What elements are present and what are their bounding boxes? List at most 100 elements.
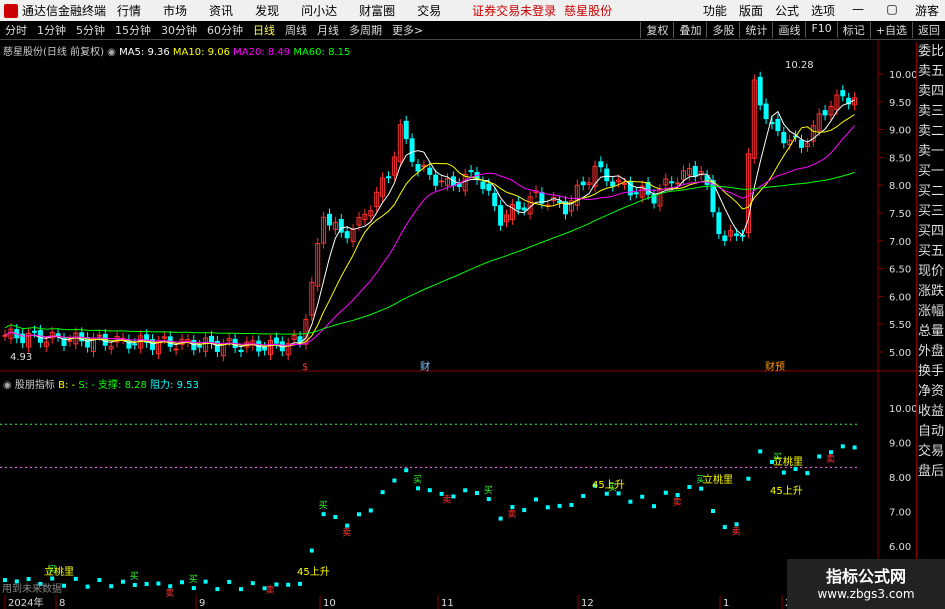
candle-body (67, 339, 73, 342)
date-label: 10 (323, 598, 336, 609)
candle-body (55, 333, 61, 337)
side-item[interactable]: 买一 (917, 162, 945, 182)
up45-label-1: 45上升 (297, 566, 330, 578)
menu-quotes[interactable]: 行情 (117, 2, 141, 19)
period-monthly[interactable]: 月线 (312, 22, 344, 38)
period-15min[interactable]: 15分钟 (110, 22, 156, 38)
buy-signal: 买 (319, 500, 328, 511)
date-axis: 2024年8910111212 (4, 595, 791, 609)
axis-label: 10.00 (889, 70, 916, 81)
side-item[interactable]: 盘后 (917, 462, 945, 482)
period-daily[interactable]: 日线 (248, 22, 280, 38)
period-5min[interactable]: 5分钟 (71, 22, 110, 38)
period-multi[interactable]: 多周期 (344, 22, 387, 38)
annotations: 10.28 4.93 $ 财 财预 立桃里 立桃里 立桃里 45上升 45上升 … (2, 60, 814, 595)
candle-body (692, 165, 698, 177)
period-weekly[interactable]: 周线 (280, 22, 312, 38)
indicator-bar (85, 584, 90, 589)
side-item[interactable]: 换手 (917, 362, 945, 382)
menu-formula[interactable]: 公式 (775, 2, 799, 19)
axis-label: 5.50 (889, 320, 911, 331)
candle-body (580, 181, 586, 186)
overlay-button[interactable]: 叠加 (673, 22, 706, 38)
period-more[interactable]: 更多> (387, 22, 428, 38)
side-item[interactable]: 涨幅 (917, 302, 945, 322)
candle-body (468, 170, 474, 173)
low-label: 4.93 (10, 352, 32, 363)
f10-button[interactable]: F10 (805, 22, 836, 38)
lihong-label-3: 立桃里 (773, 455, 803, 468)
indicator-bar (534, 497, 538, 502)
period-60min[interactable]: 60分钟 (202, 22, 248, 38)
sell-signal: 卖 (673, 497, 682, 508)
fin-marker-3[interactable]: 财预 (765, 360, 785, 373)
side-item[interactable]: 卖三 (917, 102, 945, 122)
indicator-bar (404, 468, 409, 473)
candle-body (775, 118, 781, 132)
adjust-button[interactable]: 复权 (640, 22, 673, 38)
side-item[interactable]: 交易 (917, 442, 945, 462)
menu-discover[interactable]: 发现 (255, 2, 279, 19)
side-item[interactable]: 卖一 (917, 142, 945, 162)
menu-market[interactable]: 市场 (163, 2, 187, 19)
side-item[interactable]: 总量 (917, 322, 945, 342)
indicator-bar (451, 494, 456, 499)
menu-options[interactable]: 选项 (811, 2, 835, 19)
side-item[interactable]: 买三 (917, 202, 945, 222)
menu-news[interactable]: 资讯 (209, 2, 233, 19)
maximize-icon[interactable]: ▢ (881, 2, 903, 19)
price-chart[interactable]: 10.00 9.50 9.00 8.50 8.00 7.50 7.00 6.50 6.00 5.5… (0, 40, 916, 609)
side-item[interactable]: 自动 (917, 422, 945, 442)
menu-ask[interactable]: 问小达 (301, 2, 337, 19)
period-30min[interactable]: 30分钟 (156, 22, 202, 38)
indicator-bar (380, 490, 385, 495)
candle-body (610, 181, 616, 187)
period-timeshare[interactable]: 分时 (0, 22, 32, 38)
indicator-bar (475, 490, 479, 495)
side-item[interactable]: 买四 (917, 222, 945, 242)
multi-stock-button[interactable]: 多股 (706, 22, 739, 38)
side-item[interactable]: 收益 (917, 402, 945, 422)
side-item[interactable]: 买二 (917, 182, 945, 202)
fin-marker-2[interactable]: 财 (420, 360, 430, 373)
side-item[interactable]: 买五 (917, 242, 945, 262)
menu-trade[interactable]: 交易 (417, 2, 441, 19)
side-item[interactable]: 卖五 (917, 62, 945, 82)
side-item[interactable]: 现价 (917, 262, 945, 282)
back-button[interactable]: 返回 (912, 22, 945, 38)
buy-signal: 买 (130, 571, 139, 582)
fin-marker-1[interactable]: $ (302, 362, 308, 373)
candle-body (32, 330, 37, 333)
indicator-bar (3, 578, 7, 583)
stock-link[interactable]: 慈星股份 (564, 2, 612, 19)
indicator-bar (699, 486, 704, 491)
side-item[interactable]: 卖四 (917, 82, 945, 102)
side-item[interactable]: 卖二 (917, 122, 945, 142)
add-favorite-button[interactable]: +自选 (869, 22, 912, 38)
menu-wealth[interactable]: 财富圈 (359, 2, 395, 19)
indicator-bar (557, 503, 562, 508)
mark-button[interactable]: 标记 (836, 22, 870, 38)
side-item[interactable]: 净资 (917, 382, 945, 402)
minimize-icon[interactable]: — (847, 2, 869, 19)
ma-line (4, 125, 855, 346)
indicator-bar (239, 587, 243, 592)
stats-button[interactable]: 统计 (739, 22, 772, 38)
sell-signal: 卖 (826, 454, 835, 465)
side-item[interactable]: 涨跌 (917, 282, 945, 302)
draw-button[interactable]: 画线 (772, 22, 805, 38)
menu-function[interactable]: 功能 (703, 2, 727, 19)
date-label: 12 (581, 598, 594, 609)
guest-label[interactable]: 游客 (915, 2, 939, 19)
period-1min[interactable]: 1分钟 (32, 22, 71, 38)
side-item[interactable]: 委比 (917, 42, 945, 62)
candle-body (622, 182, 627, 185)
side-item[interactable]: 外盘 (917, 342, 945, 362)
up45-label-2: 45上升 (592, 479, 625, 491)
menu-layout[interactable]: 版面 (739, 2, 763, 19)
candle-body (433, 174, 439, 186)
indicator-bar (132, 583, 137, 588)
login-notice[interactable]: 证券交易未登录 (472, 2, 556, 19)
candle-body (238, 349, 244, 353)
axis-label: 6.50 (889, 265, 911, 276)
